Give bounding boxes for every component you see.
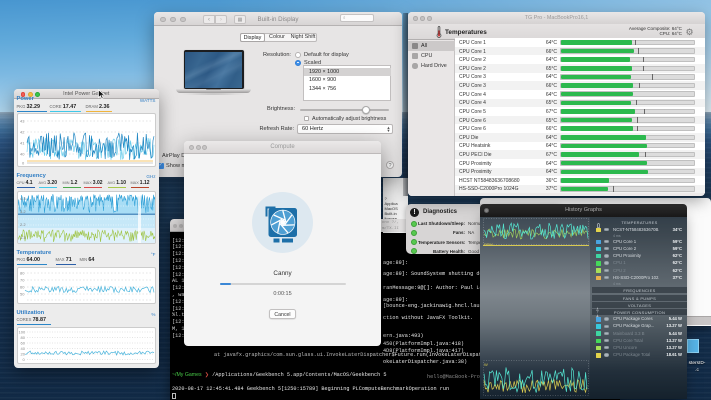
svg-text:60: 60 [20, 285, 25, 290]
svg-text:100: 100 [18, 330, 25, 335]
svg-text:41: 41 [20, 141, 25, 146]
svg-text:40: 40 [20, 346, 25, 351]
svg-text:2.2: 2.2 [20, 222, 26, 227]
svg-text:43: 43 [20, 119, 25, 124]
svg-text:70: 70 [20, 278, 25, 283]
svg-text:40: 40 [20, 152, 25, 157]
svg-text:80: 80 [20, 335, 25, 340]
svg-text:50: 50 [20, 292, 25, 297]
svg-text:80: 80 [20, 271, 25, 276]
svg-text:0: 0 [22, 357, 25, 362]
svg-text:60: 60 [20, 341, 25, 346]
svg-text:20: 20 [20, 352, 25, 357]
svg-text:42: 42 [20, 130, 25, 135]
svg-text:4.3: 4.3 [20, 196, 26, 201]
svg-text:3.2: 3.2 [20, 209, 26, 214]
svg-text:1.3: 1.3 [20, 235, 26, 240]
svg-text:0: 0 [22, 161, 25, 166]
